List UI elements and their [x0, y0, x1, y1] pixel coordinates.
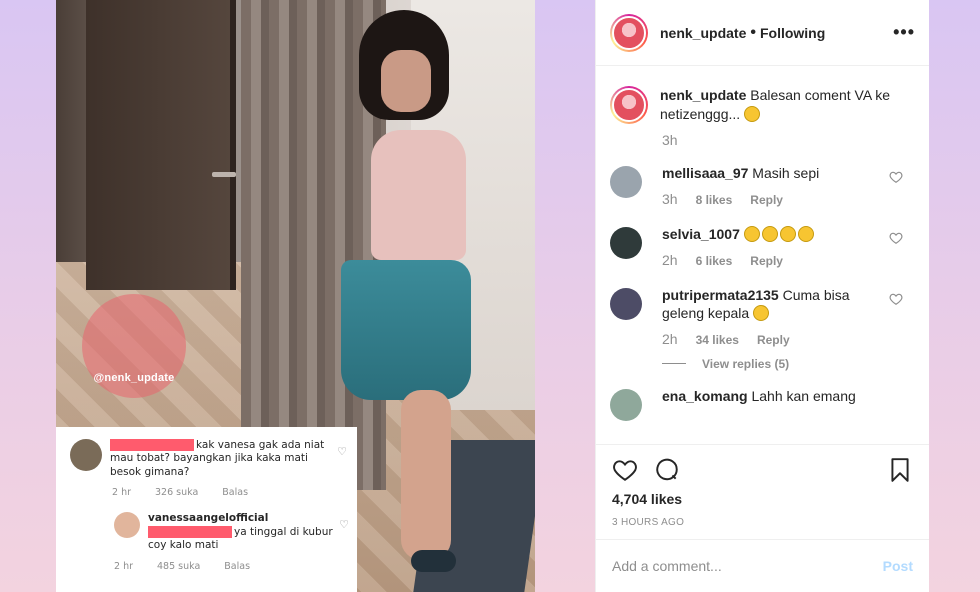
emoji-icon [744, 105, 761, 122]
heart-icon[interactable] [889, 231, 903, 245]
comment-username[interactable]: mellisaaa_97 [662, 165, 748, 181]
person-legs [401, 390, 451, 560]
door [86, 0, 236, 290]
comment-likes[interactable]: 34 likes [696, 333, 739, 349]
comment-time[interactable]: 2h [662, 251, 678, 269]
embedded-reply: Balas [222, 487, 249, 499]
avatar-image [612, 15, 646, 50]
comment-username[interactable]: ena_komang [662, 388, 748, 404]
embedded-reply-block: vanessaangelofficial ya tinggal di kubur… [114, 512, 349, 572]
emoji-icon [743, 225, 760, 242]
person-shoe [411, 550, 456, 572]
post-sidebar: nenk_update • Following ••• nenk_update … [595, 0, 929, 592]
caption-avatar[interactable] [610, 86, 648, 124]
likes-count[interactable]: 4,704 likes [612, 491, 913, 507]
redacted-username [110, 439, 194, 451]
door-handle [212, 172, 236, 177]
embedded-reply-likes: 485 suka [157, 560, 201, 572]
comment: mellisaaa_97 Masih sepi 3h 8 likes Reply [610, 164, 913, 209]
embedded-meta: 2 hr 326 suka Balas [112, 487, 347, 498]
comment-username[interactable]: putripermata2135 [662, 287, 779, 303]
comment-icon[interactable] [654, 457, 680, 483]
person-skirt [341, 260, 471, 400]
embedded-reply-text-wrap: vanessaangelofficial ya tinggal di kubur… [148, 512, 338, 552]
action-icons [612, 457, 913, 483]
comment-reply-button[interactable]: Reply [750, 254, 783, 270]
comment-text: Masih sepi [752, 165, 820, 181]
watermark-logo: @nenk_update [82, 294, 186, 398]
following-button[interactable]: Following [760, 25, 825, 41]
caption-avatar-image [612, 88, 646, 122]
embedded-time: 2 hr [112, 487, 131, 499]
comment-likes[interactable]: 8 likes [696, 193, 733, 209]
caption-time[interactable]: 3h [662, 132, 913, 148]
comment-input[interactable] [612, 558, 883, 574]
caption-username[interactable]: nenk_update [660, 87, 746, 103]
embedded-reply-row: vanessaangelofficial ya tinggal di kubur… [114, 512, 349, 552]
comment-avatar[interactable] [610, 226, 642, 259]
comment-meta: 3h 8 likes Reply [662, 190, 882, 209]
heart-icon: ♡ [339, 518, 349, 532]
person [341, 10, 491, 590]
comment-body: mellisaaa_97 Masih sepi 3h 8 likes Reply [662, 164, 882, 209]
bookmark-icon[interactable] [887, 457, 913, 483]
heart-icon: ♡ [337, 445, 347, 458]
caption: nenk_update Balesan coment VA ke netizen… [610, 86, 913, 124]
comment-avatar[interactable] [610, 287, 642, 320]
view-replies-label: View replies (5) [702, 356, 790, 371]
view-replies-line [662, 363, 686, 365]
emoji-icon [761, 225, 778, 242]
comment: putripermata2135 Cuma bisa geleng kepala… [610, 286, 913, 349]
heart-icon[interactable] [889, 292, 903, 306]
comment-time[interactable]: 3h [662, 190, 678, 208]
comment-avatar[interactable] [610, 166, 642, 198]
comment: ena_komang Lahh kan emang [610, 387, 913, 421]
comment-reply-button[interactable]: Reply [757, 333, 790, 349]
comment-body: selvia_1007 2h 6 likes Reply [662, 225, 882, 270]
comment-body: ena_komang Lahh kan emang [662, 387, 882, 421]
heart-icon[interactable] [612, 457, 638, 483]
header-separator: • [750, 23, 756, 41]
embedded-reply-label: Balas [224, 560, 251, 572]
post-header: nenk_update • Following ••• [596, 0, 929, 66]
comment-meta: 2h 6 likes Reply [662, 251, 882, 270]
post-button[interactable]: Post [883, 558, 913, 574]
comment-username[interactable]: selvia_1007 [662, 226, 740, 242]
view-replies-button[interactable]: View replies (5) [662, 357, 913, 371]
emoji-icon [779, 225, 796, 242]
person-torso [371, 130, 466, 260]
header-username[interactable]: nenk_update [660, 25, 746, 41]
embedded-reply-avatar [114, 512, 140, 539]
avatar[interactable] [610, 13, 648, 52]
embedded-reply-time: 2 hr [114, 560, 133, 572]
emoji-icon [797, 225, 814, 242]
person-face [381, 50, 431, 112]
comment-body: putripermata2135 Cuma bisa geleng kepala… [662, 286, 882, 349]
comment-likes[interactable]: 6 likes [696, 254, 733, 270]
post-time[interactable]: 3 HOURS AGO [612, 517, 913, 528]
embedded-avatar [70, 439, 102, 471]
comment-meta: 2h 34 likes Reply [662, 330, 882, 349]
comment-time[interactable]: 2h [662, 330, 678, 348]
redacted-mention [148, 525, 232, 538]
comment-avatar[interactable] [610, 388, 642, 421]
comment-text: Lahh kan emang [751, 387, 856, 404]
emoji-icon [753, 304, 770, 321]
caption-body: nenk_update Balesan coment VA ke netizen… [660, 86, 900, 124]
watermark-text: @nenk_update [93, 372, 175, 384]
embedded-reply-username: vanessaangelofficial [148, 512, 269, 525]
heart-icon[interactable] [889, 170, 903, 184]
embedded-comment-text-wrap: kak vanesa gak ada niat mau tobat? bayan… [110, 439, 335, 479]
comment-reply-button[interactable]: Reply [750, 193, 783, 209]
comments-list[interactable]: nenk_update Balesan coment VA ke netizen… [596, 66, 929, 444]
embedded-likes: 326 suka [155, 487, 199, 499]
embedded-comment-card: kak vanesa gak ada niat mau tobat? bayan… [56, 427, 357, 592]
more-icon[interactable]: ••• [893, 22, 915, 43]
add-comment-bar: Post [596, 539, 929, 592]
comment: selvia_1007 2h 6 likes Reply [610, 225, 913, 270]
embedded-comment: kak vanesa gak ada niat mau tobat? bayan… [70, 439, 347, 479]
embedded-reply-meta: 2 hr 485 suka Balas [114, 561, 347, 572]
post-actions: 4,704 likes 3 HOURS AGO [596, 444, 929, 528]
